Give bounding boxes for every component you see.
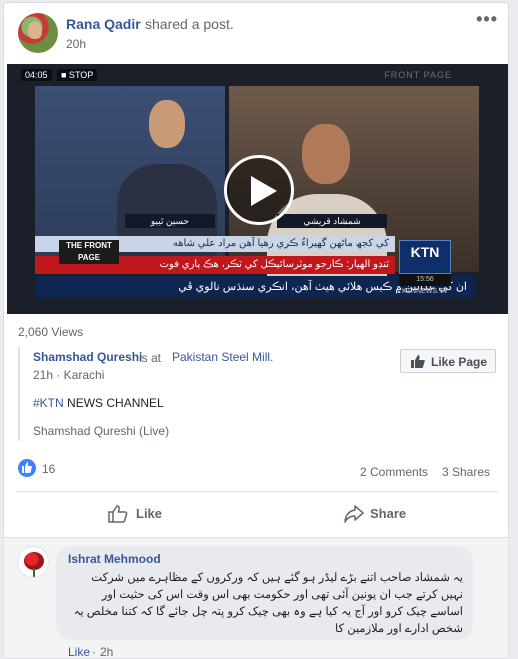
post-card: Rana Qadir shared a post. 20h ••• حسين ٿ…: [3, 2, 509, 659]
share-arrow-icon: [344, 505, 364, 523]
reaction-count: 16: [42, 462, 56, 476]
rose-stem: [33, 568, 35, 577]
shared-time-location[interactable]: 21h · Karachi: [33, 368, 104, 382]
action-divider: [16, 491, 498, 492]
like-page-label: Like Page: [431, 355, 488, 369]
hashtag-link[interactable]: #KTN: [33, 396, 64, 410]
shares-count-link[interactable]: 3 Shares: [442, 465, 490, 479]
comments-count-link[interactable]: 2 Comments: [360, 465, 428, 479]
commenter-avatar[interactable]: [17, 546, 49, 578]
ktn-news-clock: 15:56 KTNNEWS.TV: [399, 274, 451, 295]
comments-section: Ishrat Mehmood یہ شمشاد صاحب اتنے بڑے لی…: [4, 537, 508, 659]
comment-like-link[interactable]: Like: [68, 645, 90, 658]
shared-author-link[interactable]: Shamshad Qureshi: [33, 350, 142, 364]
play-button[interactable]: [224, 155, 294, 225]
video-anchor-head: [149, 100, 185, 148]
shared-is-at-text: is at: [139, 351, 162, 365]
video-guest-head: [302, 124, 350, 184]
post-header: Rana Qadir shared a post. 20h •••: [4, 3, 508, 59]
thumbs-up-outline-icon: [108, 505, 128, 523]
view-count: 2,060 Views: [18, 325, 84, 339]
thumbs-up-glyph: [22, 462, 32, 473]
like-page-button[interactable]: Like Page: [400, 349, 496, 373]
front-page-logo: THE FRONT PAGE: [59, 240, 119, 264]
post-author-link[interactable]: Rana Qadir: [66, 16, 141, 32]
shared-live-caption: Shamshad Qureshi (Live): [33, 424, 170, 438]
avatar-face: [28, 21, 42, 39]
caption-text: NEWS CHANNEL: [63, 396, 164, 410]
like-button[interactable]: Like: [108, 503, 188, 527]
video-name-tag-right: شمشاد قريشي: [277, 214, 387, 228]
video-stop-button[interactable]: ■ STOP: [57, 69, 98, 81]
ktn-news-logo: KTN: [399, 240, 451, 274]
more-options-icon[interactable]: •••: [476, 9, 498, 30]
video-timestamp: 04:05: [21, 69, 52, 81]
video-watermark: FRONT PAGE: [384, 70, 452, 80]
comment-bubble: Ishrat Mehmood یہ شمشاد صاحب اتنے بڑے لی…: [56, 546, 473, 640]
post-action-text: shared a post.: [145, 16, 234, 32]
share-button-label: Share: [370, 506, 407, 521]
like-reaction-icon: [18, 459, 36, 477]
share-button[interactable]: Share: [344, 503, 424, 527]
comment-separator: ·: [92, 645, 96, 659]
thumbs-up-icon: [411, 355, 425, 368]
commenter-name-link[interactable]: Ishrat Mehmood: [68, 552, 161, 566]
shared-place-link[interactable]: Pakistan Steel Mill.: [172, 350, 273, 364]
shared-caption: #KTN NEWS CHANNEL: [33, 396, 164, 410]
video-player[interactable]: حسين ٿيٻو شمشاد قريشي کي کجھ ماڻهن گهيرا…: [7, 64, 508, 314]
comment-timestamp[interactable]: 2h: [100, 645, 113, 658]
post-timestamp[interactable]: 20h: [66, 37, 86, 51]
comment-text: یہ شمشاد صاحب اتنے بڑے لیڈر ہو گئے ہیں ک…: [73, 572, 463, 635]
like-button-label: Like: [136, 506, 163, 521]
play-icon: [251, 176, 277, 206]
video-name-tag-left: حسين ٿيٻو: [125, 214, 215, 228]
author-avatar[interactable]: [18, 13, 58, 53]
